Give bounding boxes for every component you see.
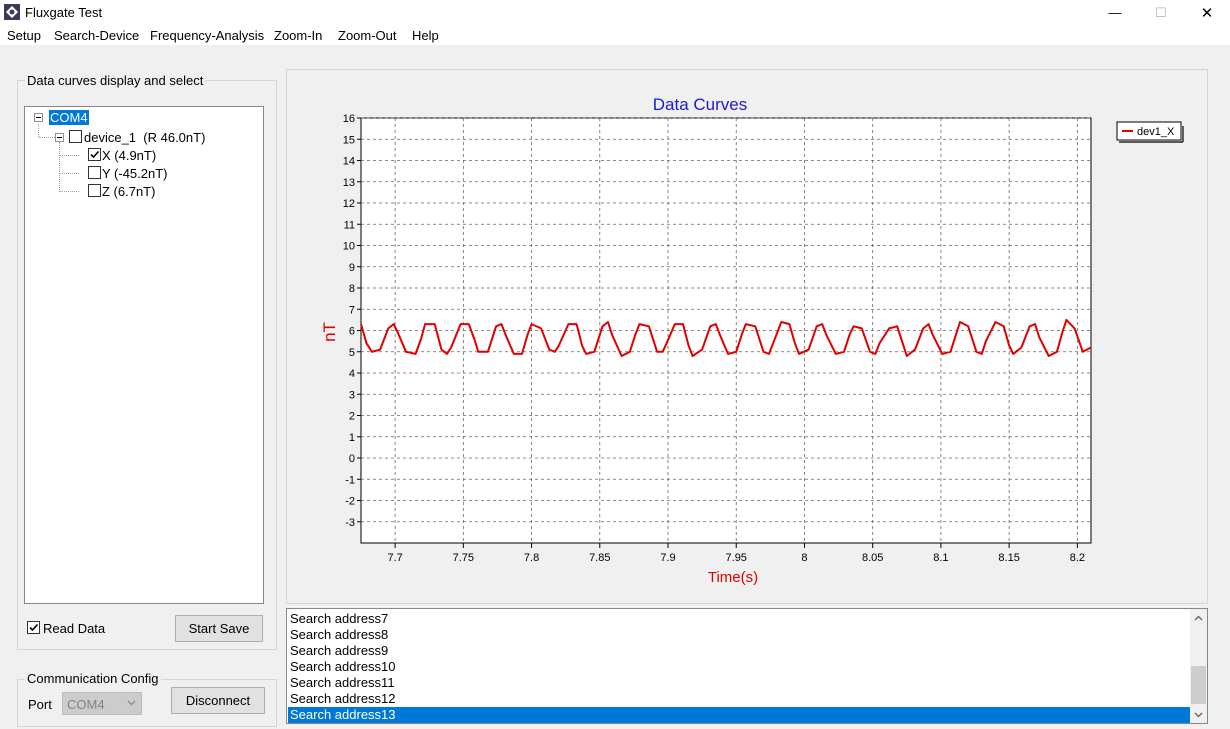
y-tick-label: 5	[349, 347, 355, 359]
x-tick-label: 8.05	[862, 552, 883, 564]
device-checkbox[interactable]	[69, 130, 82, 143]
tree-node-channel-y[interactable]: Y (-45.2nT)	[102, 166, 168, 181]
log-line[interactable]: Search address7	[288, 611, 1190, 627]
x-tick-label: 7.85	[589, 552, 610, 564]
tree-connector	[59, 142, 60, 192]
checkmark-icon	[90, 150, 100, 159]
scroll-down-icon[interactable]	[1190, 706, 1207, 723]
chart-title: Data Curves	[653, 95, 747, 114]
maximize-button[interactable]: ☐	[1138, 0, 1184, 25]
menu-frequency-analysis[interactable]: Frequency-Analysis	[150, 28, 264, 43]
y-tick-label: 4	[349, 368, 355, 380]
y-tick-label: 0	[349, 453, 355, 465]
menu-setup[interactable]: Setup	[7, 28, 41, 43]
tree-connector	[60, 155, 79, 156]
data-curves-chart[interactable]: Data Curves 161514131211109876543210-1-2…	[287, 70, 1207, 603]
menu-help[interactable]: Help	[412, 28, 439, 43]
disconnect-button[interactable]: Disconnect	[171, 687, 265, 714]
checkmark-icon	[29, 623, 39, 632]
y-tick-label: -2	[345, 496, 355, 508]
log-line[interactable]: Search address13	[288, 707, 1190, 723]
y-tick-label: 10	[343, 241, 355, 253]
y-tick-label: 11	[344, 219, 355, 231]
y-tick-label: 3	[349, 389, 355, 401]
menu-zoom-out[interactable]: Zoom-Out	[338, 28, 397, 43]
chevron-up-icon	[1194, 615, 1203, 620]
start-save-button[interactable]: Start Save	[175, 615, 263, 642]
y-tick-label: 14	[343, 156, 355, 168]
collapse-com4-icon[interactable]	[34, 113, 43, 122]
x-tick-label: 7.9	[660, 552, 675, 564]
app-icon	[4, 4, 20, 20]
x-tick-label: 7.75	[453, 552, 474, 564]
scroll-thumb[interactable]	[1191, 666, 1206, 704]
tree-node-com4[interactable]: COM4	[49, 110, 89, 125]
menu-bar: Setup Search-Device Frequency-Analysis Z…	[0, 25, 1230, 45]
search-log-list[interactable]: Search address7 Search address8 Search add…	[286, 608, 1208, 724]
tree-connector	[39, 137, 55, 138]
close-button[interactable]: ✕	[1184, 0, 1230, 25]
chevron-down-icon	[127, 700, 136, 706]
comm-group-title: Communication Config	[25, 671, 161, 686]
y-tick-label: -1	[345, 474, 355, 486]
y-tick-label: 8	[349, 283, 355, 295]
log-line[interactable]: Search address11	[288, 675, 1190, 691]
device-label: device_1	[84, 130, 137, 145]
x-tick-label: 8.1	[933, 552, 948, 564]
y-tick-label: 1	[349, 432, 355, 444]
minimize-button[interactable]: —	[1092, 0, 1138, 25]
log-line[interactable]: Search address8	[288, 627, 1190, 643]
title-bar: Fluxgate Test — ☐ ✕	[0, 0, 1230, 25]
y-tick-label: 2	[349, 411, 355, 423]
curves-tree[interactable]: COM4 device_1 (R 46.0nT) X (4.9nT) Y (-4…	[24, 106, 264, 604]
channel-y-checkbox[interactable]	[88, 166, 101, 179]
log-line[interactable]: Search address10	[288, 659, 1190, 675]
tree-connector	[60, 173, 79, 174]
tree-node-device[interactable]: device_1 (R 46.0nT)	[84, 130, 205, 145]
port-label: Port	[28, 697, 52, 712]
x-tick-label: 7.95	[726, 552, 747, 564]
port-value: COM4	[67, 697, 105, 712]
y-tick-label: 6	[349, 326, 355, 338]
x-axis-label: Time(s)	[708, 569, 758, 586]
chevron-down-icon	[1194, 712, 1203, 717]
tree-node-channel-x[interactable]: X (4.9nT)	[102, 148, 156, 163]
y-axis-label: nT	[320, 322, 339, 342]
y-tick-label: 13	[343, 177, 355, 189]
read-data-checkbox[interactable]	[27, 621, 40, 634]
tree-connector	[38, 124, 39, 137]
y-tick-label: -3	[345, 517, 355, 529]
y-tick-label: 12	[343, 198, 355, 210]
x-tick-label: 7.8	[524, 552, 539, 564]
chart-panel: Data Curves 16 15 14 13 12 11 10 9 8 7 6 5 4 3 2 1 0 -1 -2…	[286, 69, 1208, 604]
x-tick-label: 7.7	[387, 552, 402, 564]
curves-group-title: Data curves display and select	[25, 73, 206, 88]
legend-label-dev1-x: dev1_X	[1137, 126, 1175, 138]
x-tick-label: 8.15	[998, 552, 1019, 564]
device-reading: (R 46.0nT)	[143, 130, 206, 145]
menu-search-device[interactable]: Search-Device	[54, 28, 139, 43]
collapse-device-icon[interactable]	[55, 133, 64, 142]
read-data-label[interactable]: Read Data	[43, 621, 105, 636]
tree-node-channel-z[interactable]: Z (6.7nT)	[102, 184, 155, 199]
y-tick-label: 15	[343, 134, 355, 146]
log-line[interactable]: Search address9	[288, 643, 1190, 659]
channel-x-checkbox[interactable]	[88, 148, 101, 161]
menu-zoom-in[interactable]: Zoom-In	[274, 28, 322, 43]
log-scrollbar[interactable]	[1190, 609, 1207, 723]
port-select[interactable]: COM4	[62, 692, 142, 715]
legend: dev1_X	[1116, 121, 1184, 143]
y-tick-label: 9	[349, 262, 355, 274]
tree-connector	[60, 191, 79, 192]
y-tick-label: 16	[343, 113, 355, 125]
log-line[interactable]: Search address12	[288, 691, 1190, 707]
window-title: Fluxgate Test	[25, 5, 103, 20]
x-tick-label: 8.2	[1070, 552, 1085, 564]
scroll-up-icon[interactable]	[1190, 609, 1207, 626]
y-tick-label: 7	[349, 304, 355, 316]
channel-z-checkbox[interactable]	[88, 184, 101, 197]
x-tick-label: 8	[801, 552, 807, 564]
